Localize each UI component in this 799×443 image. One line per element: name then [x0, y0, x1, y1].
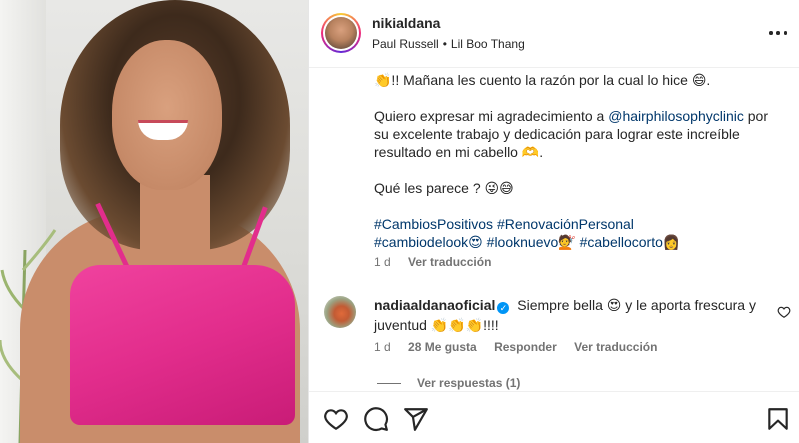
caption-meta: 1 d Ver traducción [374, 255, 505, 269]
bookmark-icon[interactable] [765, 406, 791, 432]
comment-time[interactable]: 1 d [374, 340, 391, 354]
comments-scroll-area[interactable]: 👏!! Mañana les cuento la razón por la cu… [309, 69, 799, 391]
view-replies-label: Ver respuestas (1) [417, 376, 521, 390]
comment-avatar[interactable] [324, 296, 356, 328]
music-separator: • [442, 37, 447, 51]
pink-top [70, 265, 295, 425]
caption-question: Qué les parece ? 😜😅 [374, 180, 514, 196]
more-options-icon[interactable] [769, 24, 787, 42]
post-caption: 👏!! Mañana les cuento la razón por la cu… [374, 69, 774, 251]
username-link[interactable]: nikialdana [372, 15, 440, 31]
action-bar [309, 391, 799, 443]
replies-line [377, 383, 401, 385]
caption-line1: 👏!! Mañana les cuento la razón por la cu… [374, 72, 711, 88]
caption-translate-button[interactable]: Ver traducción [408, 255, 491, 269]
comment-like-icon[interactable] [777, 305, 791, 319]
music-track[interactable]: Lil Boo Thang [451, 37, 525, 51]
post-media[interactable] [0, 0, 308, 443]
post-header: nikialdana Paul Russell • Lil Boo Thang [309, 0, 799, 68]
comment-username[interactable]: nadiaaldanaoficial [374, 297, 495, 313]
music-artist[interactable]: Paul Russell [372, 37, 439, 51]
heart-icon[interactable] [323, 406, 349, 432]
comment-likes[interactable]: 28 Me gusta [408, 340, 477, 354]
mention-link[interactable]: @hairphilosophyclinic [608, 108, 744, 124]
comment-translate-button[interactable]: Ver traducción [574, 340, 657, 354]
music-info: Paul Russell • Lil Boo Thang [372, 37, 525, 51]
verified-badge-icon: ✓ [497, 302, 510, 314]
avatar-image [325, 17, 357, 49]
avatar-border [323, 15, 359, 51]
comment-meta: 1 d 28 Me gusta Responder Ver traducción [374, 340, 671, 354]
post-details-panel: nikialdana Paul Russell • Lil Boo Thang 👏!… [309, 0, 799, 443]
person-face [112, 40, 222, 190]
caption-thanks-prefix: Quiero expresar mi agradecimiento a [374, 108, 609, 124]
avatar[interactable] [321, 13, 361, 53]
hashtags: #CambiosPositivos #RenovaciónPersonal #c… [374, 215, 774, 251]
caption-time[interactable]: 1 d [374, 255, 391, 269]
caption-paragraph-thanks: Quiero expresar mi agradecimiento a @hai… [374, 107, 774, 161]
hashtags-line2[interactable]: #cambiodelook😍 #looknuevo💇 #cabellocorto… [374, 234, 680, 250]
view-replies-button[interactable]: Ver respuestas (1) [377, 376, 520, 390]
comment-icon[interactable] [363, 406, 389, 432]
hashtags-line1[interactable]: #CambiosPositivos #RenovaciónPersonal [374, 216, 634, 232]
comment: nadiaaldanaoficial ✓ Siempre bella 😍 y le… [374, 295, 764, 335]
share-icon[interactable] [403, 406, 429, 432]
reply-button[interactable]: Responder [494, 340, 557, 354]
